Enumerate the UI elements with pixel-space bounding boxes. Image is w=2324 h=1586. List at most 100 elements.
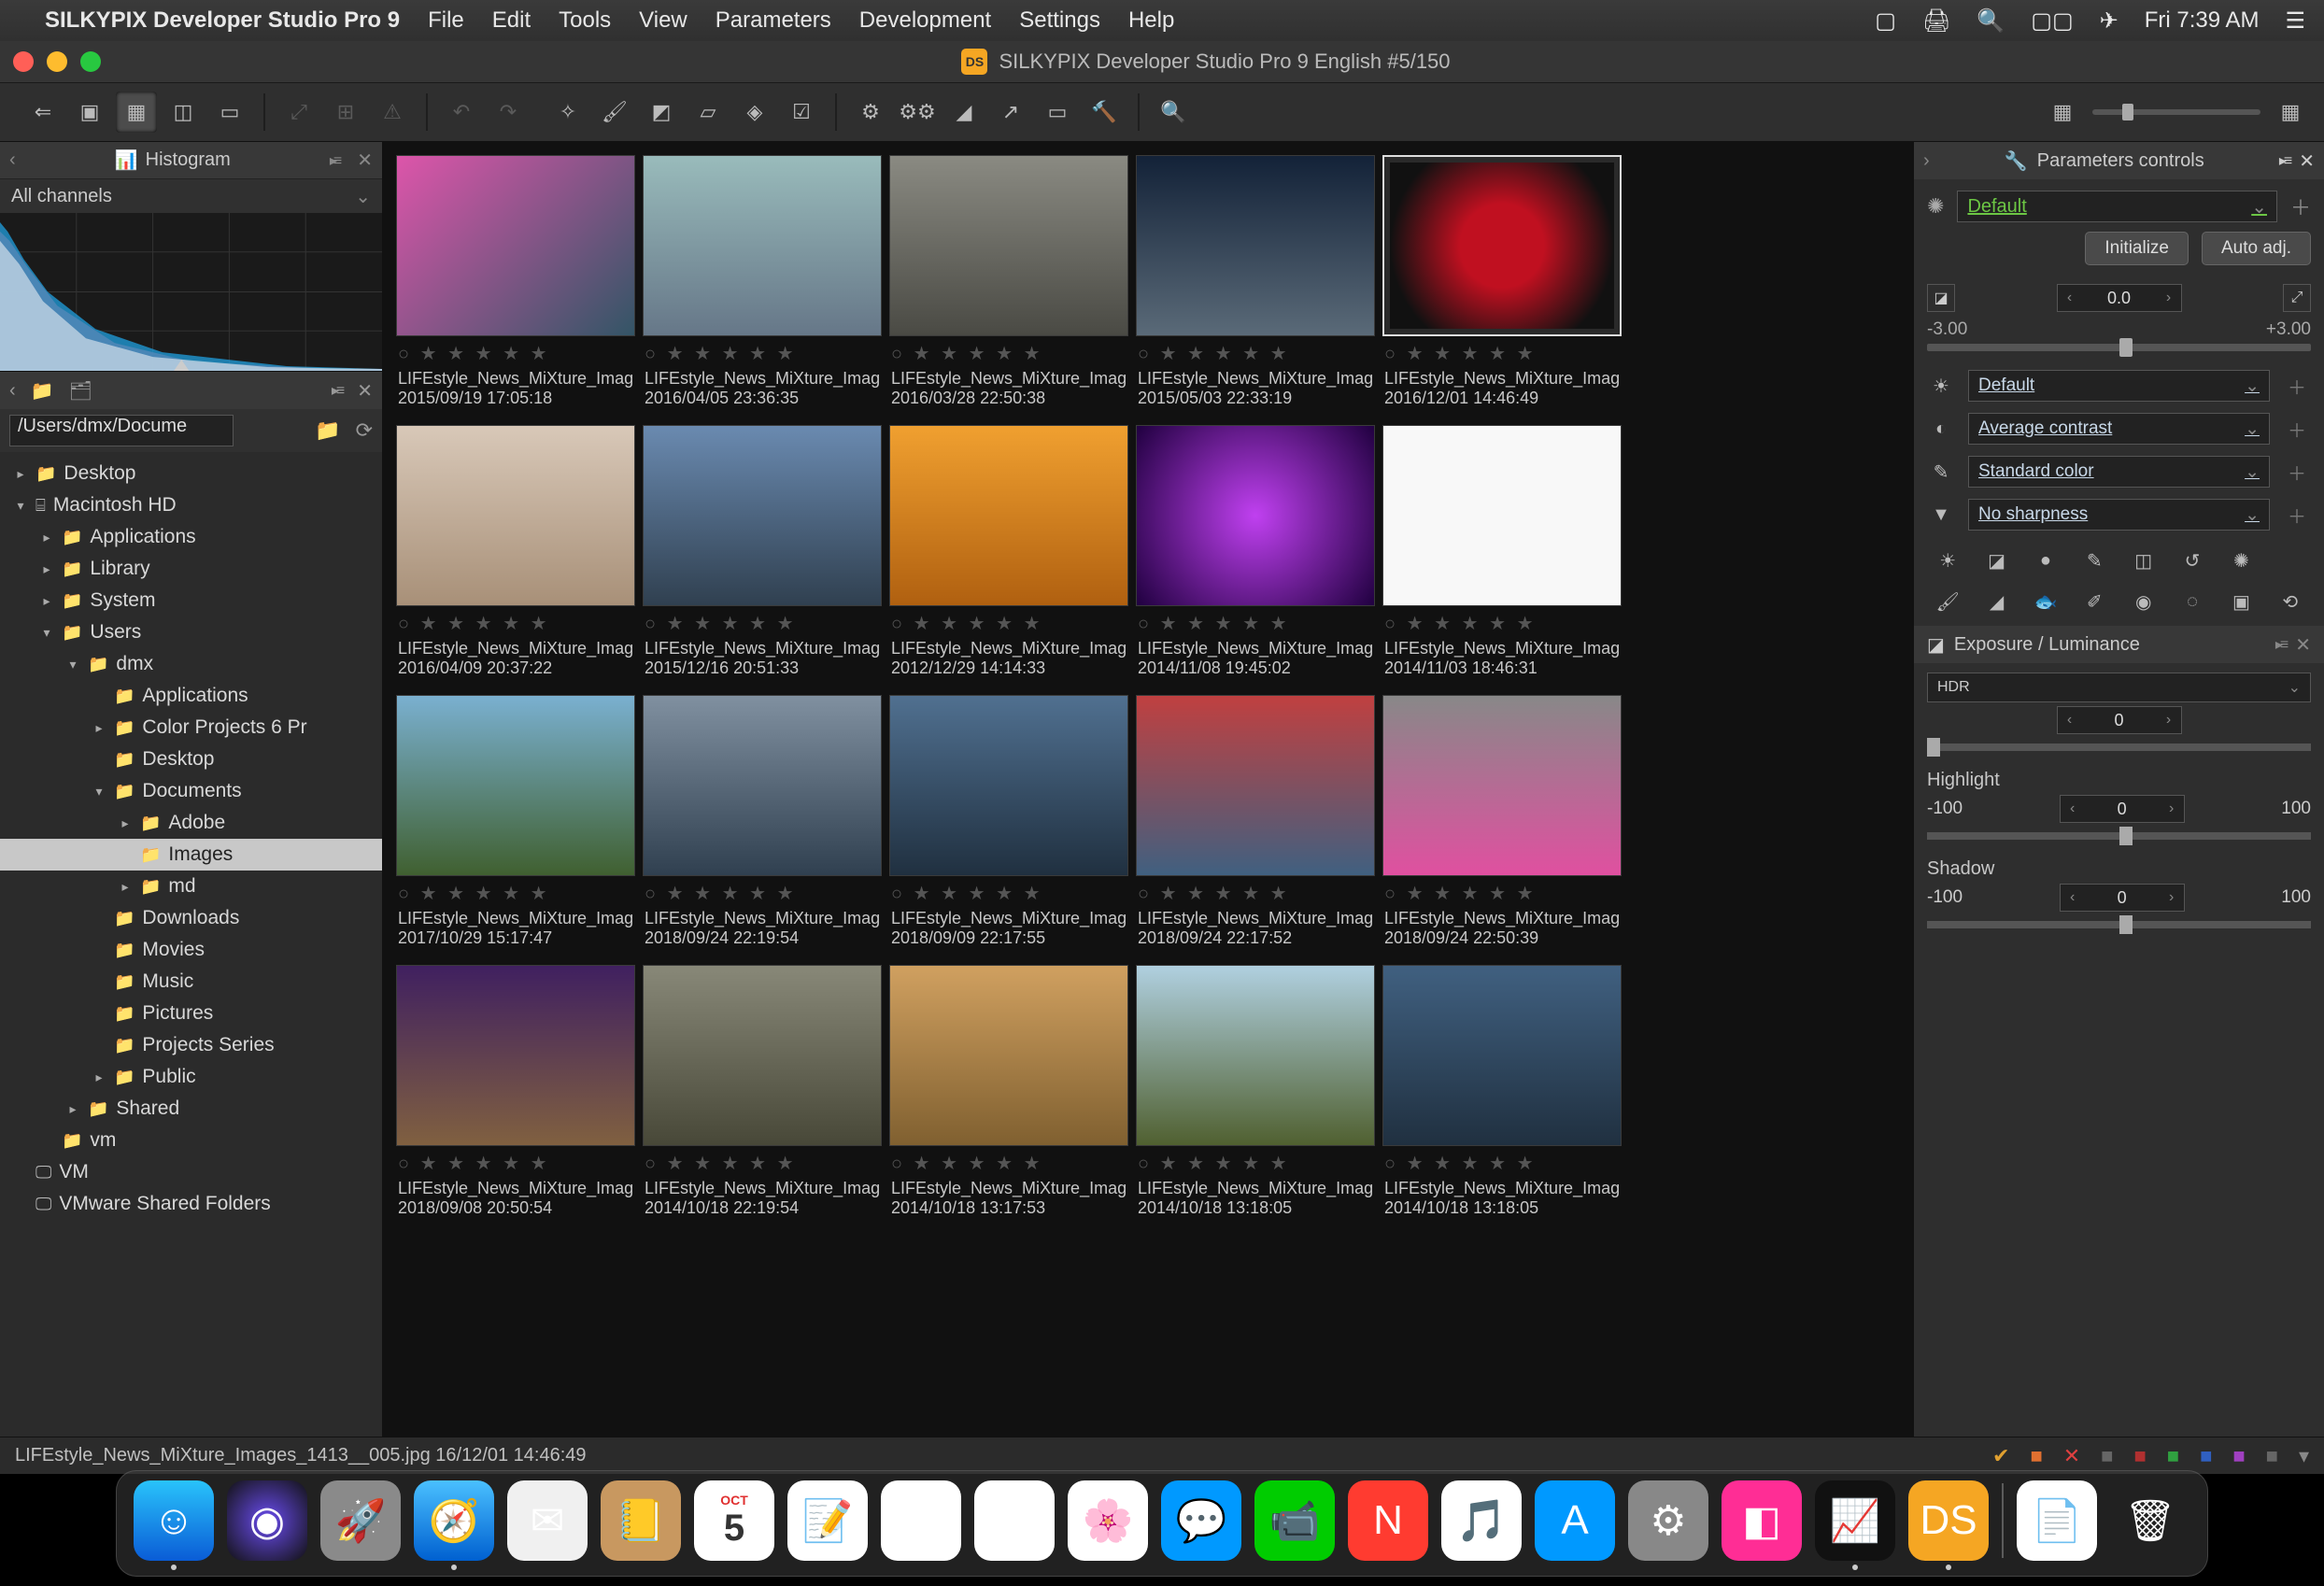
spotlight-icon[interactable]: 🔍 <box>1977 7 2005 35</box>
dock-preferences-icon[interactable]: ⚙ <box>1628 1480 1708 1561</box>
mark-gray2-icon[interactable]: ■ <box>2266 1444 2278 1468</box>
tree-item[interactable]: 📁Movies <box>0 934 382 966</box>
rating-stars[interactable]: ★ ★ ★ ★ ★ <box>1138 1152 1373 1175</box>
thumbnail[interactable]: ★ ★ ★ ★ ★LIFEstyle_News_MiXture_Image201… <box>396 155 635 408</box>
dock-reminders-icon[interactable]: ☑ <box>881 1480 961 1561</box>
collapse-icon[interactable]: ▾ <box>2299 1444 2309 1468</box>
view-single-button[interactable]: ▣ <box>69 92 110 133</box>
dock-downloads-icon[interactable]: 📄 <box>2017 1480 2097 1561</box>
contrast-select[interactable]: Average contrast <box>1968 413 2270 445</box>
hdr-value-spinner[interactable]: ‹0› <box>2057 706 2182 734</box>
panel-close-icon[interactable]: ✕ <box>357 149 373 172</box>
view-preview-button[interactable]: ▭ <box>209 92 250 133</box>
sharpness-select[interactable]: No sharpness <box>1968 499 2270 531</box>
tree-item[interactable]: 🖵VMware Shared Folders <box>0 1188 382 1220</box>
add-preset-icon[interactable]: ＋ <box>2290 191 2311 221</box>
rating-stars[interactable]: ★ ★ ★ ★ ★ <box>398 882 633 905</box>
dock-contacts-icon[interactable]: 📒 <box>601 1480 681 1561</box>
rating-stars[interactable]: ★ ★ ★ ★ ★ <box>645 882 880 905</box>
tab-shape-icon[interactable]: ◢ <box>1976 585 2017 618</box>
collection-mode-icon[interactable]: 🗂 <box>69 379 92 403</box>
view-split-button[interactable]: ◫ <box>163 92 204 133</box>
panel-collapse-right[interactable]: › <box>1923 150 1930 172</box>
view-grid-button[interactable]: ▦ <box>116 92 157 133</box>
dock-siri-icon[interactable]: ◉ <box>227 1480 307 1561</box>
dock-photos-icon[interactable]: 🌸 <box>1068 1480 1148 1561</box>
app-menu[interactable]: SILKYPIX Developer Studio Pro 9 <box>45 7 400 34</box>
shadow-slider[interactable] <box>1927 921 2311 928</box>
menu-settings[interactable]: Settings <box>1019 7 1100 33</box>
rating-stars[interactable]: ★ ★ ★ ★ ★ <box>1138 342 1373 365</box>
panel-collapse-left[interactable]: ‹ <box>9 380 16 402</box>
thumbnail-zoom-slider[interactable] <box>2092 109 2260 115</box>
rating-stars[interactable]: ★ ★ ★ ★ ★ <box>1384 882 1620 905</box>
mark-check-icon[interactable]: ✔ <box>1992 1444 2009 1468</box>
highlight-slider[interactable] <box>1927 832 2311 840</box>
panel-close-icon[interactable]: ✕ <box>357 379 373 403</box>
thumbnail[interactable]: ★ ★ ★ ★ ★LIFEstyle_News_MiXture_Image201… <box>396 695 635 948</box>
tab-clone-icon[interactable]: ◉ <box>2123 585 2164 618</box>
rotate-button[interactable]: ◈ <box>734 92 775 133</box>
tab-crop-icon[interactable]: ◫ <box>2123 544 2164 577</box>
window-minimize[interactable] <box>47 51 67 72</box>
exposure-reset-icon[interactable]: ⤢ <box>2283 284 2311 312</box>
auto-adjust-button[interactable]: ✧ <box>547 92 588 133</box>
hammer-button[interactable]: 🔨 <box>1084 92 1125 133</box>
window-zoom[interactable] <box>80 51 101 72</box>
initialize-button[interactable]: Initialize <box>2085 232 2189 265</box>
path-input[interactable]: /Users/dmx/Docume <box>9 415 234 446</box>
undo-button[interactable]: ↶ <box>441 92 482 133</box>
menu-development[interactable]: Development <box>859 7 991 33</box>
thumbnail[interactable]: ★ ★ ★ ★ ★LIFEstyle_News_MiXture_Image201… <box>889 695 1128 948</box>
status-icon[interactable]: ▢ <box>1875 7 1896 35</box>
exposure-value-spinner[interactable]: ‹0.0› <box>2057 284 2182 312</box>
tree-item[interactable]: ▸📁System <box>0 585 382 616</box>
rating-stars[interactable]: ★ ★ ★ ★ ★ <box>1384 342 1620 365</box>
zoom-grid-large-icon[interactable]: ▦ <box>2270 92 2311 133</box>
tab-fish-icon[interactable]: 🐟 <box>2025 585 2066 618</box>
tree-item[interactable]: ▸📁Desktop <box>0 458 382 489</box>
tab-effects-icon[interactable]: ✺ <box>2220 544 2261 577</box>
redo-button[interactable]: ↷ <box>488 92 529 133</box>
auto-adjust-button[interactable]: Auto adj. <box>2202 232 2311 265</box>
thumbnail[interactable]: ★ ★ ★ ★ ★LIFEstyle_News_MiXture_Image201… <box>643 425 882 678</box>
menu-tools[interactable]: Tools <box>559 7 611 33</box>
tree-item[interactable]: ▸📁Color Projects 6 Pr <box>0 712 382 743</box>
folder-mode-icon[interactable]: 📁 <box>31 379 54 403</box>
dock-trash-icon[interactable]: 🗑 <box>2110 1480 2190 1561</box>
rating-stars[interactable]: ★ ★ ★ ★ ★ <box>398 1152 633 1175</box>
add-icon[interactable]: ＋ <box>2283 502 2311 529</box>
thumbnail[interactable]: ★ ★ ★ ★ ★LIFEstyle_News_MiXture_Image201… <box>643 155 882 408</box>
mark-blue-icon[interactable]: ■ <box>2200 1444 2212 1468</box>
panel-close-icon[interactable]: ✕ <box>2299 149 2315 173</box>
notification-center-icon[interactable]: ☰ <box>2285 7 2305 35</box>
tree-item[interactable]: 📁Music <box>0 966 382 998</box>
menu-edit[interactable]: Edit <box>492 7 531 33</box>
tab-pen-icon[interactable]: ✐ <box>2074 585 2115 618</box>
tree-item[interactable]: 📁Projects Series <box>0 1029 382 1061</box>
tab-exposure-icon[interactable]: ☀ <box>1927 544 1968 577</box>
dock-maps-icon[interactable]: 🗺 <box>974 1480 1055 1561</box>
thumbnail[interactable]: ★ ★ ★ ★ ★LIFEstyle_News_MiXture_Image201… <box>1382 155 1622 408</box>
panel-pin-icon[interactable]: ▸≡ <box>2275 635 2286 654</box>
exposure-mode-icon[interactable]: ◪ <box>1927 284 1955 312</box>
gradient-tool-button[interactable]: ◩ <box>641 92 682 133</box>
tree-item[interactable]: ▾📁Documents <box>0 775 382 807</box>
tree-item[interactable]: ▸📁Applications <box>0 521 382 553</box>
dock-news-icon[interactable]: N <box>1348 1480 1428 1561</box>
hdr-select[interactable]: HDR <box>1927 673 2311 702</box>
mark-purple-icon[interactable]: ■ <box>2232 1444 2245 1468</box>
rating-stars[interactable]: ★ ★ ★ ★ ★ <box>398 342 633 365</box>
tree-item[interactable]: 🖵VM <box>0 1156 382 1188</box>
rating-stars[interactable]: ★ ★ ★ ★ ★ <box>1138 612 1373 635</box>
folder-tree[interactable]: ▸📁Desktop▾⌸Macintosh HD▸📁Applications▸📁L… <box>0 452 382 1437</box>
rating-stars[interactable]: ★ ★ ★ ★ ★ <box>398 612 633 635</box>
settings-button[interactable]: ⚙ <box>850 92 891 133</box>
tab-blur-icon[interactable]: ◌ <box>2172 585 2213 618</box>
menu-parameters[interactable]: Parameters <box>716 7 831 33</box>
tree-item[interactable]: ▾⌸Macintosh HD <box>0 489 382 521</box>
dock-itunes-icon[interactable]: 🎵 <box>1441 1480 1522 1561</box>
dock-finder-icon[interactable]: ☺ <box>134 1480 214 1561</box>
dock-notes-icon[interactable]: 📝 <box>787 1480 868 1561</box>
tree-item[interactable]: 📁Applications <box>0 680 382 712</box>
